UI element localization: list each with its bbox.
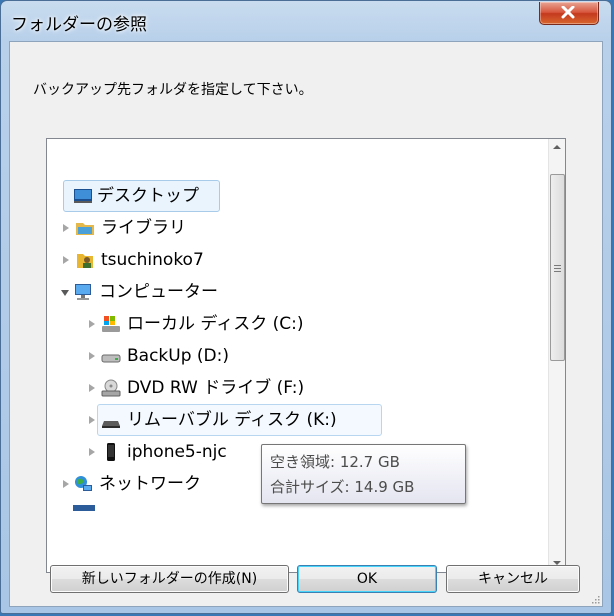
tree-item-label: デスクトップ <box>97 186 199 206</box>
scroll-up-button[interactable] <box>549 139 565 156</box>
close-icon <box>561 6 575 19</box>
instruction-text: バックアップ先フォルダを指定して下さい。 <box>33 82 313 98</box>
expand-arrow-icon[interactable] <box>89 320 95 328</box>
drive-info-tooltip: 空き領域: 12.7 GB 合計サイズ: 14.9 GB <box>261 444 466 504</box>
resize-grip-icon[interactable] <box>590 594 600 604</box>
partial-row-icon <box>73 505 95 511</box>
tree-item-backup-d[interactable]: BackUp (D:) <box>47 341 547 371</box>
expand-arrow-icon[interactable] <box>63 224 69 232</box>
desktop-icon <box>74 189 92 203</box>
tree-item-desktop[interactable]: デスクトップ <box>47 181 547 211</box>
tree-item-user-folder[interactable]: tsuchinoko7 <box>47 245 547 275</box>
tree-item-label: コンピューター <box>99 282 218 302</box>
close-button[interactable] <box>539 2 599 25</box>
browse-folder-dialog: フォルダーの参照 バックアップ先フォルダを指定して下さい。 デスクトップ ライブ… <box>0 0 612 614</box>
network-icon <box>75 476 92 491</box>
tree-item-local-disk-c[interactable]: ローカル ディスク (C:) <box>47 309 547 339</box>
window-title: フォルダーの参照 <box>11 15 147 35</box>
tree-item-label: iphone5-njc <box>127 442 227 462</box>
tree-item-label: BackUp (D:) <box>127 346 229 366</box>
user-folder-icon <box>77 254 93 268</box>
tree-item-library[interactable]: ライブラリ <box>47 213 547 243</box>
tree-item-dvd-f[interactable]: DVD RW ドライブ (F:) <box>47 373 547 403</box>
dialog-body: バックアップ先フォルダを指定して下さい。 デスクトップ ライブラリ tsuchi… <box>9 41 603 607</box>
tree-item-label: ライブラリ <box>101 218 186 238</box>
scroll-thumb[interactable] <box>550 174 565 361</box>
system-drive-icon <box>102 316 120 332</box>
tree-item-label: tsuchinoko7 <box>101 250 204 270</box>
title-bar[interactable]: フォルダーの参照 <box>1 1 611 41</box>
removable-disk-icon <box>102 421 120 428</box>
expand-arrow-icon[interactable] <box>63 256 69 264</box>
vertical-scrollbar[interactable] <box>548 139 565 572</box>
tree-item-removable-k[interactable]: リムーバブル ディスク (K:) <box>47 405 547 435</box>
tree-item-computer[interactable]: コンピューター <box>47 277 547 307</box>
tree-item-label: ネットワーク <box>99 474 201 494</box>
tooltip-total-size: 合計サイズ: 14.9 GB <box>270 478 415 496</box>
expand-arrow-icon[interactable] <box>89 448 95 456</box>
collapse-arrow-icon[interactable] <box>61 290 69 296</box>
cancel-button[interactable]: キャンセル <box>446 565 580 593</box>
expand-arrow-icon[interactable] <box>63 480 69 488</box>
tree-item-label: ローカル ディスク (C:) <box>127 314 304 334</box>
expand-arrow-icon[interactable] <box>89 384 95 392</box>
ok-button[interactable]: OK <box>297 565 437 593</box>
library-icon <box>76 223 94 235</box>
folder-tree[interactable]: デスクトップ ライブラリ tsuchinoko7 コンピューター ローカル ディ… <box>46 138 566 573</box>
phone-icon <box>107 443 115 461</box>
dvd-drive-icon <box>101 379 121 397</box>
computer-icon <box>75 284 91 300</box>
tree-item-label: DVD RW ドライブ (F:) <box>127 378 305 398</box>
expand-arrow-icon[interactable] <box>89 352 95 360</box>
tree-item-label: リムーバブル ディスク (K:) <box>127 410 337 430</box>
tooltip-free-space: 空き領域: 12.7 GB <box>270 453 400 471</box>
new-folder-button[interactable]: 新しいフォルダーの作成(N) <box>50 565 289 593</box>
thumb-grip-icon <box>554 263 561 274</box>
hard-drive-icon <box>101 354 121 363</box>
expand-arrow-icon[interactable] <box>89 416 95 424</box>
